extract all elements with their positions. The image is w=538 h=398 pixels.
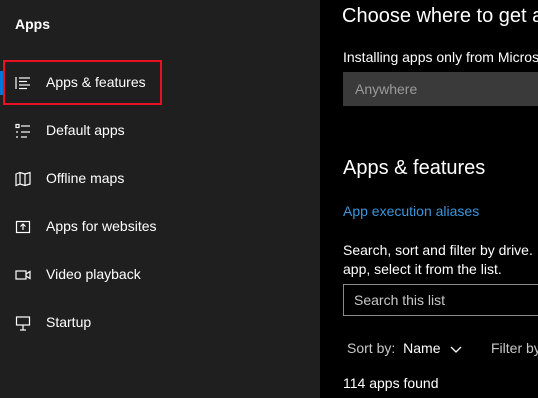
external-link-icon [15, 219, 31, 235]
dropdown-value: Anywhere [355, 81, 418, 97]
sidebar: Apps Apps & features Default apps Offlin… [0, 0, 320, 398]
sort-value: Name [403, 340, 441, 356]
description-line-2: app, select it from the list. [343, 261, 502, 277]
sidebar-item-apps-for-websites[interactable]: Apps for websites [0, 207, 320, 247]
choose-where-heading: Choose where to get a [342, 5, 538, 27]
selected-indicator [0, 71, 4, 95]
description-line-1: Search, sort and filter by drive. I [343, 242, 538, 258]
sidebar-title: Apps [15, 16, 50, 32]
sidebar-item-label: Apps for websites [46, 218, 157, 234]
sidebar-item-label: Apps & features [46, 74, 146, 90]
apps-features-icon [15, 75, 31, 91]
install-source-label: Installing apps only from Micros [343, 49, 538, 65]
search-input[interactable] [354, 292, 538, 308]
sidebar-item-label: Default apps [46, 122, 125, 138]
main-content: Choose where to get a Installing apps on… [320, 0, 538, 398]
sidebar-item-apps-features[interactable]: Apps & features [0, 63, 320, 103]
default-apps-icon [15, 123, 31, 139]
video-icon [15, 267, 31, 283]
install-source-dropdown[interactable]: Anywhere [343, 72, 538, 106]
sidebar-item-label: Video playback [46, 266, 141, 282]
app-execution-aliases-link[interactable]: App execution aliases [343, 203, 479, 219]
apps-count: 114 apps found [343, 375, 439, 391]
sort-label: Sort by: [347, 340, 396, 356]
section-heading: Apps & features [343, 157, 486, 179]
filter-control[interactable]: Filter by [491, 340, 538, 356]
sidebar-item-offline-maps[interactable]: Offline maps [0, 159, 320, 199]
sidebar-item-startup[interactable]: Startup [0, 303, 320, 343]
map-icon [15, 171, 31, 187]
sidebar-item-default-apps[interactable]: Default apps [0, 111, 320, 151]
sidebar-item-label: Offline maps [46, 170, 125, 186]
sidebar-item-video-playback[interactable]: Video playback [0, 255, 320, 295]
startup-icon [15, 315, 31, 331]
chevron-down-icon [450, 341, 462, 357]
sort-control[interactable]: Sort by: Name [347, 340, 462, 357]
sidebar-item-label: Startup [46, 314, 92, 330]
search-input-box[interactable] [343, 284, 538, 316]
